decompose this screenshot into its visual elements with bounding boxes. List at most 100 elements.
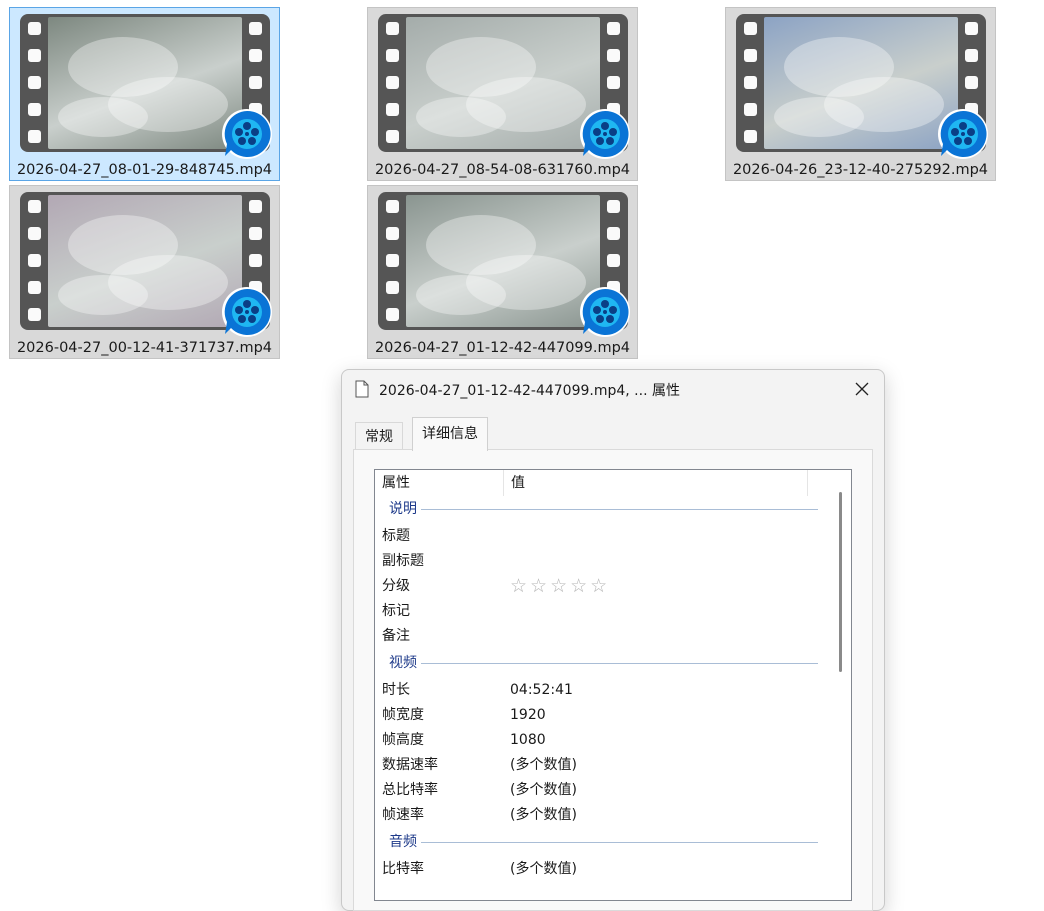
- property-value: (多个数值): [510, 861, 577, 877]
- file-name: 2026-04-27_01-12-42-447099.mp4: [374, 340, 631, 356]
- property-name: 比特率: [382, 861, 424, 877]
- property-name: 时长: [382, 682, 410, 698]
- thumbnail-frame: [48, 17, 242, 149]
- group-description[interactable]: 说明: [375, 498, 820, 520]
- player-app-icon: [221, 108, 273, 160]
- column-header-value[interactable]: 值: [504, 470, 808, 496]
- group-label: 视频: [389, 652, 421, 674]
- property-list: 属性 值 说明标题副标题分级 ☆☆☆☆☆ 标记备注视频时长 04:52:41 帧宽度 19…: [374, 469, 852, 901]
- property-name: 副标题: [382, 553, 424, 569]
- film-sprocket: [386, 76, 399, 89]
- property-row[interactable]: 帧高度 1080: [375, 728, 820, 753]
- film-sprocket: [607, 254, 620, 267]
- file-tile[interactable]: 2026-04-27_08-54-08-631760.mp4: [367, 7, 638, 181]
- scrollbar-thumb[interactable]: [839, 492, 842, 672]
- film-sprocket: [386, 200, 399, 213]
- film-sprocket: [249, 227, 262, 240]
- file-tile[interactable]: 2026-04-26_23-12-40-275292.mp4: [725, 7, 996, 181]
- property-name: 总比特率: [382, 782, 438, 798]
- property-row[interactable]: 副标题: [375, 549, 820, 574]
- film-sprocket: [28, 200, 41, 213]
- close-button[interactable]: [840, 370, 884, 408]
- film-sprocket: [386, 49, 399, 62]
- file-tile[interactable]: 2026-04-27_08-01-29-848745.mp4: [9, 7, 280, 181]
- property-name: 标题: [382, 528, 410, 544]
- thumbnail-shade: [416, 275, 506, 315]
- property-name: 备注: [382, 628, 410, 644]
- tab-general[interactable]: 常规: [355, 422, 403, 450]
- film-sprocket: [28, 49, 41, 62]
- film-sprocket: [965, 49, 978, 62]
- film-sprocket: [28, 308, 41, 321]
- film-sprocket: [607, 227, 620, 240]
- property-value: 1920: [510, 707, 546, 723]
- dialog-titlebar[interactable]: 2026-04-27_01-12-42-447099.mp4, ... 属性: [342, 370, 884, 408]
- rating-stars[interactable]: ☆☆☆☆☆: [510, 574, 610, 599]
- property-row[interactable]: 时长 04:52:41: [375, 678, 820, 703]
- player-app-icon: [937, 108, 989, 160]
- vertical-scrollbar[interactable]: [831, 470, 851, 900]
- film-sprocket: [28, 103, 41, 116]
- thumbnail-frame: [406, 17, 600, 149]
- file-name: 2026-04-27_00-12-41-371737.mp4: [16, 340, 273, 356]
- film-sprocket: [607, 22, 620, 35]
- film-sprocket: [28, 76, 41, 89]
- property-value: (多个数值): [510, 757, 577, 773]
- property-row[interactable]: 数据速率 (多个数值): [375, 753, 820, 778]
- film-sprocket: [28, 130, 41, 143]
- details-panel: 属性 值 说明标题副标题分级 ☆☆☆☆☆ 标记备注视频时长 04:52:41 帧宽度 19…: [353, 449, 873, 911]
- film-sprocket: [386, 22, 399, 35]
- property-name: 数据速率: [382, 757, 438, 773]
- group-divider: [420, 663, 818, 664]
- film-sprocket: [386, 227, 399, 240]
- property-row[interactable]: 帧宽度 1920: [375, 703, 820, 728]
- property-name: 帧高度: [382, 732, 424, 748]
- file-tile[interactable]: 2026-04-27_01-12-42-447099.mp4: [367, 185, 638, 359]
- film-sprocket: [28, 22, 41, 35]
- film-sprocket: [744, 76, 757, 89]
- property-row[interactable]: 标记: [375, 599, 820, 624]
- thumbnail-frame: [764, 17, 958, 149]
- film-sprocket: [386, 103, 399, 116]
- film-sprocket: [28, 281, 41, 294]
- property-row[interactable]: 比特率 (多个数值): [375, 857, 820, 882]
- film-sprocket: [249, 254, 262, 267]
- film-sprocket: [386, 281, 399, 294]
- film-sprocket: [249, 76, 262, 89]
- film-sprocket: [744, 130, 757, 143]
- film-sprocket: [386, 308, 399, 321]
- group-divider: [420, 842, 818, 843]
- film-sprocket: [28, 254, 41, 267]
- tab-details[interactable]: 详细信息: [412, 417, 488, 451]
- property-row[interactable]: 分级 ☆☆☆☆☆: [375, 574, 820, 599]
- thumbnail-shade: [58, 275, 148, 315]
- property-value: 1080: [510, 732, 546, 748]
- property-row[interactable]: 总比特率 (多个数值): [375, 778, 820, 803]
- property-value: (多个数值): [510, 807, 577, 823]
- group-audio[interactable]: 音频: [375, 831, 820, 853]
- thumbnail-shade: [58, 97, 148, 137]
- column-header-property[interactable]: 属性: [375, 470, 504, 496]
- player-app-icon: [579, 108, 631, 160]
- film-sprocket: [386, 254, 399, 267]
- property-name: 分级: [382, 578, 410, 594]
- film-sprocket: [249, 22, 262, 35]
- file-icon: [354, 380, 370, 402]
- film-sprocket: [965, 76, 978, 89]
- property-row[interactable]: 备注: [375, 624, 820, 649]
- film-sprocket: [386, 130, 399, 143]
- film-sprocket: [744, 103, 757, 116]
- property-row[interactable]: 标题: [375, 524, 820, 549]
- thumbnail-frame: [48, 195, 242, 327]
- thumbnail-frame: [406, 195, 600, 327]
- group-video[interactable]: 视频: [375, 652, 820, 674]
- player-app-icon: [579, 286, 631, 338]
- thumbnail-shade: [774, 97, 864, 137]
- properties-dialog: 2026-04-27_01-12-42-447099.mp4, ... 属性 常…: [341, 369, 885, 911]
- property-value: (多个数值): [510, 782, 577, 798]
- property-row[interactable]: 帧速率 (多个数值): [375, 803, 820, 828]
- film-sprocket: [607, 49, 620, 62]
- file-tile[interactable]: 2026-04-27_00-12-41-371737.mp4: [9, 185, 280, 359]
- close-icon: [855, 382, 869, 396]
- film-sprocket: [744, 49, 757, 62]
